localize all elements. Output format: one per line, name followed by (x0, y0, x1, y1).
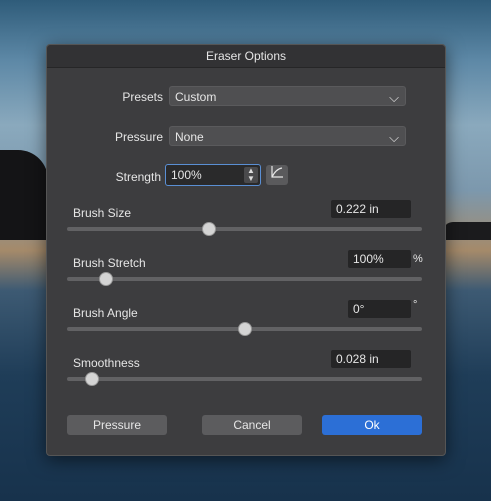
pressure-value: None (175, 130, 204, 144)
brush-angle-knob[interactable] (237, 322, 252, 336)
presets-dropdown[interactable]: Custom ⌵ (169, 86, 406, 106)
strength-input[interactable]: 100% ▲ ▼ (165, 164, 261, 186)
strength-label: Strength (115, 170, 161, 184)
strength-value: 100% (171, 168, 202, 182)
background-rock-right (443, 222, 491, 240)
brush-stretch-label: Brush Stretch (73, 256, 146, 270)
brush-stretch-unit: % (413, 253, 423, 265)
smoothness-label: Smoothness (73, 356, 140, 370)
pressure-button[interactable]: Pressure (67, 415, 167, 435)
brush-angle-label: Brush Angle (73, 306, 138, 320)
brush-angle-slider[interactable] (67, 322, 422, 336)
brush-stretch-slider[interactable] (67, 272, 422, 286)
pressure-curve-icon (271, 166, 283, 178)
brush-stretch-input[interactable]: 100% (348, 250, 411, 268)
brush-size-slider[interactable] (67, 222, 422, 236)
ok-button[interactable]: Ok (322, 415, 422, 435)
eraser-options-dialog: Eraser Options Presets Custom ⌵ Pressure… (46, 44, 446, 456)
brush-angle-input[interactable]: 0° (348, 300, 411, 318)
cancel-button[interactable]: Cancel (202, 415, 302, 435)
stepper-arrows-icon[interactable]: ▲ ▼ (244, 167, 258, 183)
background-rock-left (0, 150, 48, 240)
presets-value: Custom (175, 90, 217, 104)
smoothness-input[interactable]: 0.028 in (331, 350, 411, 368)
chevron-down-icon: ⌵ (389, 130, 399, 145)
presets-label: Presets (122, 90, 163, 104)
dialog-title: Eraser Options (47, 45, 445, 68)
brush-size-knob[interactable] (202, 222, 216, 236)
pressure-label: Pressure (114, 130, 163, 144)
smoothness-slider[interactable] (67, 372, 422, 386)
smoothness-knob[interactable] (84, 372, 99, 386)
brush-angle-unit: ° (413, 299, 418, 311)
brush-size-label: Brush Size (73, 206, 132, 220)
pressure-curve-button[interactable] (266, 165, 288, 185)
brush-size-input[interactable]: 0.222 in (331, 200, 411, 218)
brush-stretch-knob[interactable] (99, 272, 114, 286)
pressure-dropdown[interactable]: None ⌵ (169, 126, 406, 146)
chevron-down-icon: ⌵ (389, 90, 399, 105)
